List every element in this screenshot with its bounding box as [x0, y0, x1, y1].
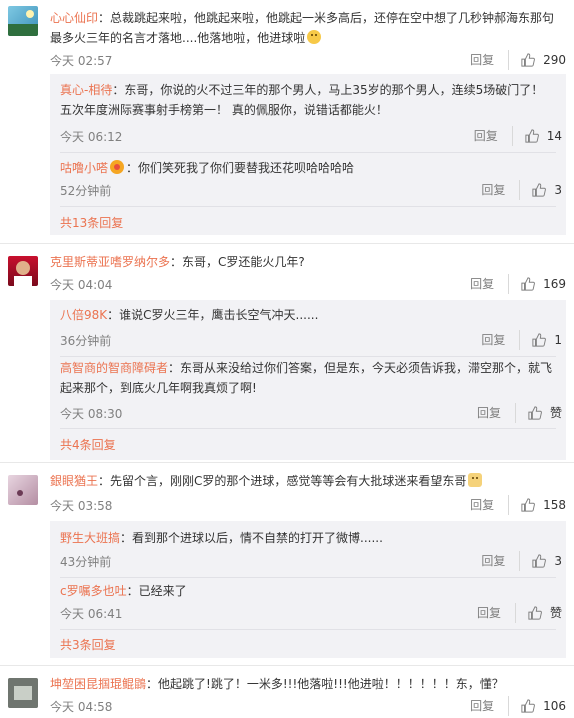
thumbs-up-icon: [528, 606, 542, 620]
comment-3: 銀眼猶王：先留个言，刚刚C罗的那个进球，感觉等等会有大批球迷来看望东哥 今天 0…: [0, 463, 574, 658]
avatar[interactable]: [8, 475, 38, 505]
username[interactable]: 銀眼猶王: [50, 474, 98, 488]
like-count: 106: [543, 699, 566, 713]
comment-4: 坤堃困昆掴琨鲲鵾：他起跳了!跳了！一米多!!!他落啦!!!他进啦！！！！！！东，…: [0, 666, 574, 718]
reply-username[interactable]: 高智商的智商障碍者: [60, 361, 168, 375]
vip-badge-icon: [110, 160, 125, 174]
thumbs-up-icon: [532, 554, 547, 568]
timestamp: 今天 02:57: [50, 54, 113, 68]
like-button[interactable]: 169: [509, 274, 566, 294]
comment-2: 克里斯蒂亚嗜罗纳尔多：东哥，C罗还能火几年? 今天 04:04 回复 169 八…: [0, 244, 574, 464]
reply-button[interactable]: 回复: [474, 126, 513, 146]
view-more-replies-link[interactable]: 共4条回复: [60, 436, 116, 453]
like-button[interactable]: 3: [520, 551, 562, 571]
view-more-replies-link[interactable]: 共3条回复: [60, 636, 116, 653]
thumbs-up-icon: [525, 129, 539, 143]
like-button[interactable]: 290: [509, 50, 566, 70]
like-count: 赞: [549, 606, 562, 620]
avatar[interactable]: [8, 6, 38, 36]
reply-timestamp: 今天 08:30: [60, 407, 123, 421]
reply-button[interactable]: 回复: [481, 180, 521, 200]
reply-list: 真心-相待：东哥，你说的火不过三年的那个男人，马上35岁的那个男人，连续5场破门…: [50, 74, 566, 235]
thumbs-up-icon: [528, 406, 542, 420]
avatar[interactable]: [8, 678, 38, 708]
comment-1: 心心仙印：总裁跳起来啦，他跳起来啦，他跳起一米多高后，还停在空中想了几秒钟郝海东…: [0, 0, 574, 235]
reply-button[interactable]: 回复: [477, 403, 516, 423]
reply-button[interactable]: 回复: [481, 551, 521, 571]
reply-timestamp: 今天 06:12: [60, 130, 123, 144]
laughing-emoji-icon: [307, 30, 322, 44]
reply-username[interactable]: 真心-相待: [60, 83, 112, 97]
reply-text: 东哥，你说的火不过三年的那个男人，马上35岁的那个男人，连续5场破门了！五次年度…: [60, 83, 544, 117]
reply-username[interactable]: c罗嘱多也吐: [60, 584, 127, 598]
reply-button[interactable]: 回复: [470, 696, 510, 716]
avatar[interactable]: [8, 256, 38, 286]
timestamp: 今天 04:58: [50, 700, 113, 714]
reply-button[interactable]: 回复: [470, 274, 510, 294]
reply-button[interactable]: 回复: [470, 495, 510, 515]
reply-list: 野生大班搞：看到那个进球以后，情不自禁的打开了微博...... 43分钟前 回复…: [50, 521, 566, 658]
like-count: 290: [543, 53, 566, 67]
reply-username[interactable]: 咕噜小嗒: [60, 161, 108, 175]
reply-text: 你们笑死我了你们要替我还花呗哈哈哈哈: [138, 161, 355, 175]
thumbs-up-icon: [521, 699, 535, 713]
thumbs-up-icon: [521, 53, 535, 67]
like-button[interactable]: 赞: [516, 403, 562, 423]
comment-text: 先留个言，刚刚C罗的那个进球，感觉等等会有大批球迷来看望东哥: [110, 474, 467, 488]
like-count: 3: [554, 554, 562, 568]
reply-timestamp: 今天 06:41: [60, 607, 123, 621]
thumbs-up-icon: [521, 498, 535, 512]
reply-text: 谁说C罗火三年，鹰击长空气冲天......: [119, 308, 319, 322]
reply-button[interactable]: 回复: [481, 330, 521, 350]
thumbs-up-icon: [521, 277, 535, 291]
reply-text: 看到那个进球以后，情不自禁的打开了微博......: [132, 531, 383, 545]
comment-text: 东哥，C罗还能火几年?: [182, 255, 305, 269]
thumbs-up-icon: [532, 333, 547, 347]
reply-button[interactable]: 回复: [477, 603, 516, 623]
reply-timestamp: 36分钟前: [60, 334, 112, 348]
reply-timestamp: 52分钟前: [60, 184, 112, 198]
reply-username[interactable]: 八倍98K: [60, 308, 107, 322]
reply-list: 八倍98K：谁说C罗火三年，鹰击长空气冲天...... 36分钟前 回复 1 高…: [50, 300, 566, 460]
timestamp: 今天 04:04: [50, 278, 113, 292]
like-count: 赞: [549, 406, 562, 420]
like-button[interactable]: 赞: [516, 603, 562, 623]
like-count: 14: [546, 129, 562, 143]
like-button[interactable]: 3: [520, 180, 562, 200]
like-button[interactable]: 106: [509, 696, 566, 716]
timestamp: 今天 03:58: [50, 499, 113, 513]
username[interactable]: 心心仙印: [50, 11, 98, 25]
like-count: 169: [543, 277, 566, 291]
view-more-replies-link[interactable]: 共13条回复: [60, 214, 123, 231]
like-button[interactable]: 14: [513, 126, 562, 146]
thumbs-up-icon: [532, 183, 547, 197]
username[interactable]: 克里斯蒂亚嗜罗纳尔多: [50, 255, 170, 269]
reply-button[interactable]: 回复: [470, 50, 510, 70]
like-count: 158: [543, 498, 566, 512]
username[interactable]: 坤堃困昆掴琨鲲鵾: [50, 677, 146, 691]
cat-emoji-icon: [468, 473, 483, 487]
reply-timestamp: 43分钟前: [60, 555, 112, 569]
like-button[interactable]: 1: [520, 330, 562, 350]
like-count: 1: [554, 333, 562, 347]
comment-text: 总裁跳起来啦，他跳起来啦，他跳起一米多高后，还停在空中想了几秒钟郝海东那句最多火…: [50, 11, 555, 45]
comment-text: 他起跳了!跳了！一米多!!!他落啦!!!他进啦！！！！！！东，懂？: [158, 677, 504, 691]
like-count: 3: [554, 183, 562, 197]
like-button[interactable]: 158: [509, 495, 566, 515]
reply-text: 已经来了: [138, 584, 187, 598]
reply-username[interactable]: 野生大班搞: [60, 531, 120, 545]
